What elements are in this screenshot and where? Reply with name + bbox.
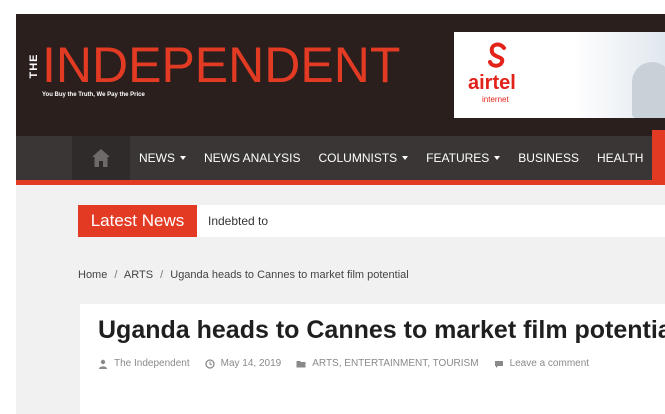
folder-icon (296, 360, 306, 367)
nav-item-business[interactable]: BUSINESS (509, 136, 588, 180)
airtel-logo-icon (488, 42, 506, 68)
meta-author[interactable]: The Independent (98, 358, 190, 369)
ad-person-image (632, 62, 665, 118)
main-nav: NEWS NEWS ANALYSIS COLUMNISTS FEATURES B… (16, 130, 665, 180)
breadcrumb-section[interactable]: ARTS (124, 269, 153, 281)
meta-categories[interactable]: ARTS, ENTERTAINMENT, TOURISM (296, 358, 479, 369)
site-header: THE INDEPENDENT You Buy the Truth, We Pa… (16, 14, 665, 136)
nav-item-news-analysis[interactable]: NEWS ANALYSIS (195, 136, 309, 180)
comment-icon (494, 360, 503, 368)
nav-items: NEWS NEWS ANALYSIS COLUMNISTS FEATURES B… (130, 136, 652, 180)
user-icon (99, 359, 107, 369)
chevron-down-icon (494, 156, 501, 160)
meta-comments[interactable]: Leave a comment (494, 358, 589, 369)
article-card: Uganda heads to Cannes to market film po… (80, 304, 665, 414)
breadcrumb-current: Uganda heads to Cannes to market film po… (170, 269, 409, 281)
breadcrumb-separator: / (160, 269, 164, 281)
article-meta: The Independent May 14, 2019 ARTS, ENTER… (98, 358, 604, 369)
nav-item-cut-off[interactable] (652, 130, 665, 180)
chevron-down-icon (402, 156, 409, 160)
latest-news-ticker: Latest News Indebted to (78, 205, 665, 237)
nav-item-health[interactable]: HEALTH (588, 136, 652, 180)
breadcrumb-home[interactable]: Home (78, 269, 107, 281)
meta-date: May 14, 2019 (204, 358, 281, 369)
airtel-ad-banner[interactable]: airtel internet (454, 32, 665, 118)
ad-subtitle: internet (482, 95, 509, 104)
logo-tagline: You Buy the Truth, We Pay the Price (42, 92, 145, 98)
nav-item-features[interactable]: FEATURES (417, 136, 509, 180)
nav-item-columnists[interactable]: COLUMNISTS (309, 136, 417, 180)
top-band (0, 0, 665, 14)
nav-item-news[interactable]: NEWS (130, 136, 195, 180)
breadcrumb-separator: / (114, 269, 118, 281)
home-icon (92, 149, 110, 167)
ticker-headline[interactable]: Indebted to (208, 205, 268, 237)
breadcrumb: Home / ARTS / Uganda heads to Cannes to … (78, 269, 409, 281)
article-title: Uganda heads to Cannes to market film po… (98, 316, 665, 344)
clock-icon (204, 358, 215, 369)
ticker-label: Latest News (78, 205, 197, 237)
logo-the: THE (28, 53, 40, 79)
chevron-down-icon (180, 156, 186, 160)
logo-wordmark: INDEPENDENT (42, 37, 401, 93)
ad-brand: airtel (468, 72, 516, 94)
nav-home[interactable] (72, 136, 130, 180)
